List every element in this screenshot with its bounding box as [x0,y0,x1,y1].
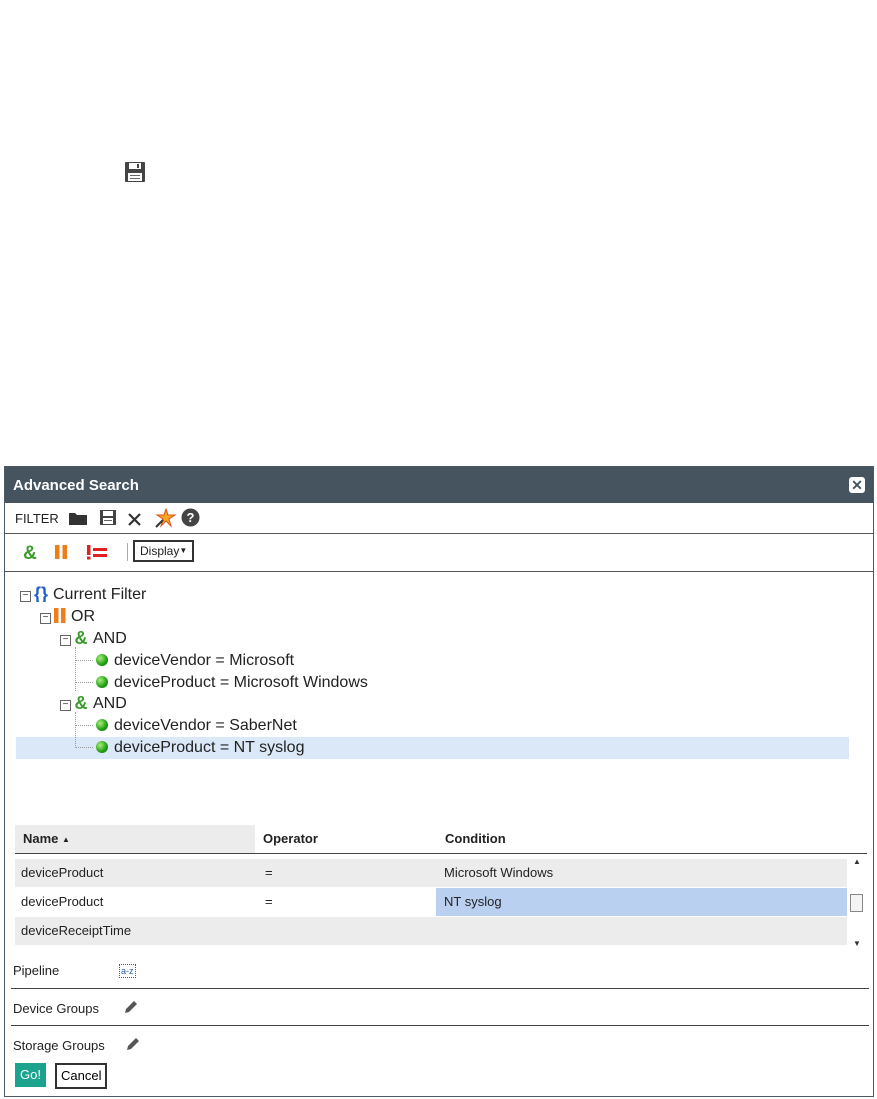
filter-toolbar: FILTER ? [5,503,873,534]
or-icon [54,608,66,623]
column-header-operator[interactable]: Operator [255,825,435,853]
caret-down-icon: ▼ [179,546,188,555]
tree-connector [75,725,93,726]
storage-groups-section: Storage Groups [13,1038,869,1053]
condition-dot-icon [96,741,108,753]
tree-node-current-filter[interactable]: −{} Current Filter [20,584,146,606]
sort-asc-icon: ▲ [62,835,70,844]
tree-label: OR [71,608,95,625]
tree-node-or[interactable]: − OR [40,606,95,628]
scroll-up-icon[interactable]: ▲ [853,857,861,866]
collapse-icon[interactable]: − [60,635,71,646]
storage-groups-label: Storage Groups [13,1038,105,1053]
help-icon[interactable]: ? [181,508,200,527]
table-row[interactable]: deviceProduct = Microsoft Windows [15,859,847,887]
tree-connector [75,660,93,661]
dialog-titlebar[interactable]: Advanced Search ✕ [5,467,873,503]
cell-name: deviceProduct [21,865,104,880]
display-label: Display [140,544,180,558]
tree-label: Current Filter [53,586,147,603]
condition-dot-icon [96,676,108,688]
cell-operator: = [265,894,273,909]
device-groups-label: Device Groups [13,1001,99,1016]
collapse-icon[interactable]: − [60,700,71,711]
save-icon[interactable] [123,161,147,183]
collapse-icon[interactable]: − [20,591,31,602]
tree-leaf[interactable]: deviceVendor = Microsoft [96,650,294,672]
filter-label: FILTER [15,511,59,526]
cell-condition [438,917,847,945]
close-icon[interactable]: ✕ [849,477,865,493]
and-icon[interactable]: & [21,543,39,561]
column-header-condition[interactable]: Condition [437,825,857,853]
svg-text:&: & [75,694,88,711]
scroll-down-icon[interactable]: ▼ [853,939,861,948]
tree-connector [75,647,76,691]
go-button[interactable]: Go! [15,1063,46,1087]
pipeline-section: Pipeline a-z [13,963,869,978]
and-icon: & [75,693,88,713]
tree-connector [75,712,76,748]
cell-name: deviceReceiptTime [21,923,132,938]
magic-wand-icon[interactable] [155,508,177,528]
tree-leaf[interactable]: deviceVendor = SaberNet [96,715,297,737]
tree-leaf-selected[interactable]: deviceProduct = NT syslog [96,737,304,759]
cell-operator: = [265,865,273,880]
folder-icon[interactable] [69,511,87,525]
dialog-title: Advanced Search [13,477,139,494]
tree-label: deviceProduct = NT syslog [114,739,305,756]
braces-icon: {} [34,584,48,604]
cell-condition: Microsoft Windows [444,865,554,880]
table-row[interactable]: deviceReceiptTime [15,917,847,945]
grid-scrollbar[interactable]: ▲ ▼ [849,855,865,953]
display-dropdown[interactable]: Display▼ [133,540,195,562]
tree-label: AND [93,630,127,647]
svg-text:&: & [23,543,37,561]
toolbar-separator [127,543,128,561]
and-icon: & [75,628,88,648]
cell-name: deviceProduct [21,894,104,909]
tree-connector [75,747,93,748]
tree-node-and[interactable]: − & AND [60,628,127,650]
or-icon[interactable] [53,544,69,560]
save-icon[interactable] [99,509,117,526]
header-label: Operator [263,831,318,846]
tree-connector [75,682,93,683]
svg-text:{}: {} [34,585,48,602]
advanced-search-dialog: Advanced Search ✕ FILTER ? & Display▼ − … [4,466,874,1097]
svg-text:?: ? [187,510,195,525]
device-groups-section: Device Groups [13,1001,869,1016]
condition-grid: Name ▲ Operator Condition deviceProduct … [15,825,867,953]
tree-label: deviceProduct = Microsoft Windows [114,674,368,691]
tree-leaf[interactable]: deviceProduct = Microsoft Windows [96,672,368,694]
condition-dot-icon [96,719,108,731]
header-label: Name [23,831,59,846]
collapse-icon[interactable]: − [40,613,51,624]
header-label: Condition [445,831,506,846]
clear-icon[interactable] [127,512,142,527]
column-header-name[interactable]: Name ▲ [15,825,255,853]
section-divider [11,988,869,989]
table-row[interactable]: deviceProduct = NT syslog [15,888,847,916]
edit-pencil-icon[interactable] [125,1036,141,1052]
cancel-button[interactable]: Cancel [55,1063,108,1089]
section-divider [11,1025,869,1026]
grid-header: Name ▲ Operator Condition [15,825,867,854]
pipeline-label: Pipeline [13,963,60,978]
tree-label: AND [93,695,127,712]
tree-node-and[interactable]: − & AND [60,693,127,715]
condition-dot-icon [96,654,108,666]
tree-label: deviceVendor = SaberNet [114,717,297,734]
svg-text:&: & [75,629,88,646]
cell-condition-selected[interactable]: NT syslog [436,888,847,916]
sort-az-icon[interactable]: a-z [119,964,136,978]
tree-label: deviceVendor = Microsoft [114,652,295,669]
edit-pencil-icon[interactable] [123,999,139,1015]
operator-toolbar: & Display▼ [5,534,873,572]
cell-operator [259,917,429,945]
scroll-thumb[interactable] [850,894,863,912]
not-equal-icon[interactable] [85,544,109,560]
